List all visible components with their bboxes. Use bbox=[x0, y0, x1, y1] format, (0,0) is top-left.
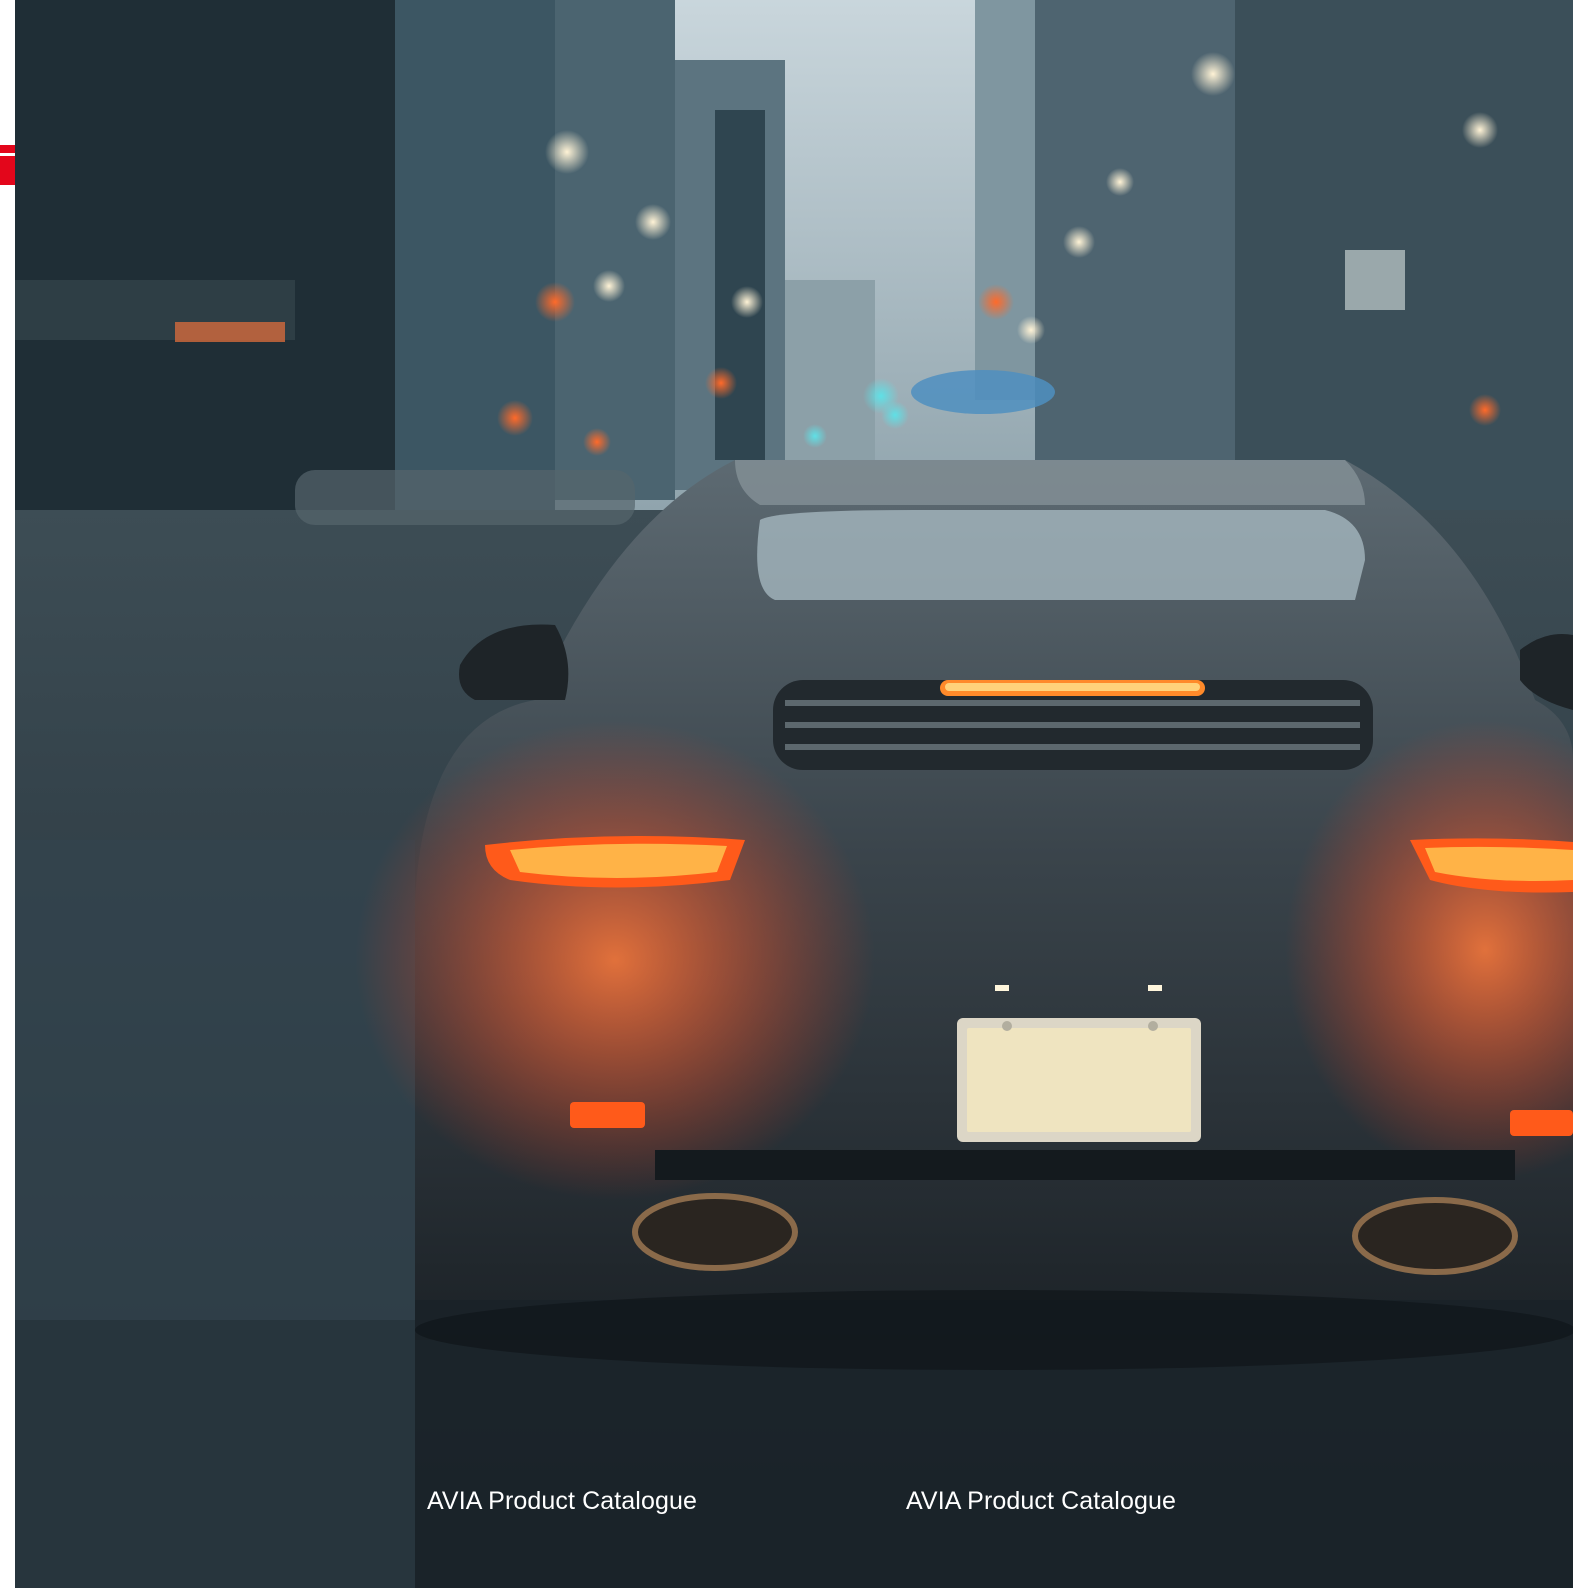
footer-caption-left: AVIA Product Catalogue bbox=[427, 1487, 697, 1515]
hero-photo bbox=[15, 0, 1573, 1588]
catalogue-spread: AVIA Product Catalogue AVIA Product Cata… bbox=[0, 0, 1573, 1588]
red-edge-marker bbox=[0, 145, 15, 185]
footer-caption-right: AVIA Product Catalogue bbox=[906, 1487, 1176, 1515]
car-street-illustration bbox=[15, 0, 1573, 1588]
